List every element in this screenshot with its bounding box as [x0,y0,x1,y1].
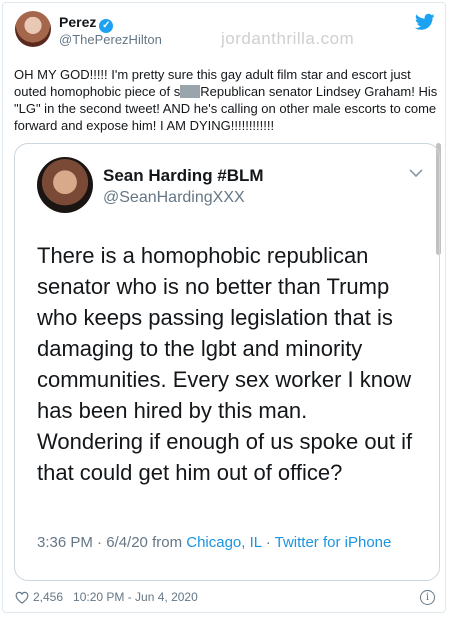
quoted-display-name[interactable]: Sean Harding #BLM [103,166,264,186]
chevron-down-icon[interactable] [409,168,423,178]
quoted-avatar[interactable] [37,157,93,213]
like-count[interactable]: 2,456 [33,590,63,604]
info-icon[interactable]: i [420,590,435,605]
verified-badge-icon: ✓ [99,19,114,33]
quoted-user-handle[interactable]: @SeanHardingXXX [103,189,245,207]
heart-icon[interactable] [15,591,29,604]
quoted-tweet[interactable]: Sean Harding #BLM @SeanHardingXXX There … [14,143,440,581]
avatar[interactable] [15,11,51,47]
user-handle[interactable]: @ThePerezHilton [59,32,162,47]
quoted-tweet-meta: 3:36 PM · 6/4/20 from Chicago, IL · Twit… [37,532,417,553]
display-name[interactable]: Perez ✓ [59,14,114,33]
tweet-text: OH MY GOD!!!!! I'm pretty sure this gay … [14,66,439,134]
tweet-card: Perez ✓ @ThePerezHilton jordanthrilla.com… [2,2,446,613]
location-link[interactable]: Chicago, IL [186,534,261,551]
meta-separator: · [261,534,275,551]
redaction-block [180,85,201,98]
quoted-time[interactable]: 3:36 PM · 6/4/20 from [37,534,186,551]
twitter-bird-icon[interactable] [415,13,435,31]
quoted-tweet-text: There is a homophobic republican senator… [37,243,413,485]
watermark: jordanthrilla.com [221,29,355,48]
tweet-timestamp[interactable]: 10:20 PM - Jun 4, 2020 [73,590,198,604]
display-name-text[interactable]: Perez [59,14,96,30]
tweet-footer: 2,456 10:20 PM - Jun 4, 2020 [15,590,198,604]
source-link[interactable]: Twitter for iPhone [275,534,392,551]
